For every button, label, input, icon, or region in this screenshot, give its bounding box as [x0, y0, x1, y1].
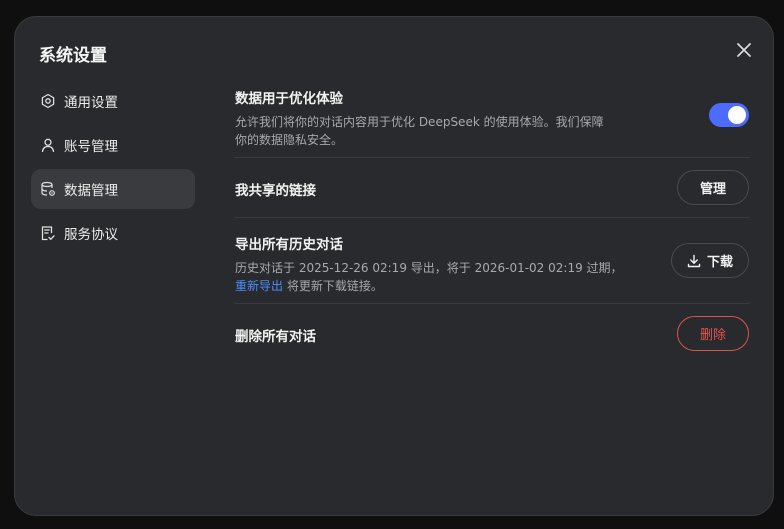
- re-export-link[interactable]: 重新导出: [235, 279, 283, 293]
- manage-button[interactable]: 管理: [677, 170, 749, 205]
- sidebar: 通用设置 账号管理 数据管理 服务协议: [31, 81, 195, 257]
- download-label: 下载: [706, 255, 733, 270]
- document-icon: [41, 226, 55, 241]
- setting-title: 删除所有对话: [235, 329, 316, 345]
- database-settings-icon: [41, 181, 55, 196]
- description-line: 重新导出 将更新下载链接。: [235, 277, 749, 295]
- sidebar-item-data[interactable]: 数据管理: [31, 169, 195, 209]
- close-icon[interactable]: [735, 41, 753, 59]
- description-line: 你的数据隐私安全。: [235, 133, 344, 147]
- download-button[interactable]: 下载: [671, 243, 749, 278]
- setting-row-optimize: 数据用于优化体验 允许我们将你的对话内容用于优化 DeepSeek 的使用体验。…: [235, 83, 749, 158]
- sidebar-item-label: 数据管理: [64, 183, 118, 199]
- sidebar-item-label: 服务协议: [64, 227, 118, 243]
- setting-row-delete-all: 删除所有对话 删除: [235, 304, 749, 364]
- setting-row-export: 导出所有历史对话 历史对话于 2025-12-26 02:19 导出，将于 20…: [235, 218, 749, 304]
- setting-title: 导出所有历史对话: [235, 237, 343, 253]
- sidebar-item-account[interactable]: 账号管理: [31, 125, 195, 165]
- description-text: 将更新下载链接。: [283, 279, 383, 293]
- gear-icon: [41, 93, 55, 109]
- setting-title: 我共享的链接: [235, 183, 316, 199]
- optimize-toggle[interactable]: [709, 103, 749, 127]
- sidebar-item-label: 账号管理: [64, 139, 118, 155]
- delete-all-button[interactable]: 删除: [677, 316, 749, 351]
- setting-title: 数据用于优化体验: [235, 91, 343, 107]
- user-icon: [41, 138, 55, 153]
- sidebar-item-label: 通用设置: [64, 95, 118, 111]
- sidebar-item-terms[interactable]: 服务协议: [31, 213, 195, 253]
- download-icon: [687, 254, 701, 267]
- description-line: 允许我们将你的对话内容用于优化 DeepSeek 的使用体验。我们保障: [235, 115, 604, 129]
- setting-description: 允许我们将你的对话内容用于优化 DeepSeek 的使用体验。我们保障 你的数据…: [235, 113, 749, 149]
- dialog-title: 系统设置: [39, 46, 107, 66]
- data-settings-panel: 数据用于优化体验 允许我们将你的对话内容用于优化 DeepSeek 的使用体验。…: [235, 83, 749, 364]
- sidebar-item-general[interactable]: 通用设置: [31, 81, 195, 121]
- setting-row-shared-links: 我共享的链接 管理: [235, 158, 749, 218]
- settings-dialog: 系统设置 通用设置 账号管理 数据管理 服务协议 数据用于优化体验 允许我们将你…: [14, 16, 774, 516]
